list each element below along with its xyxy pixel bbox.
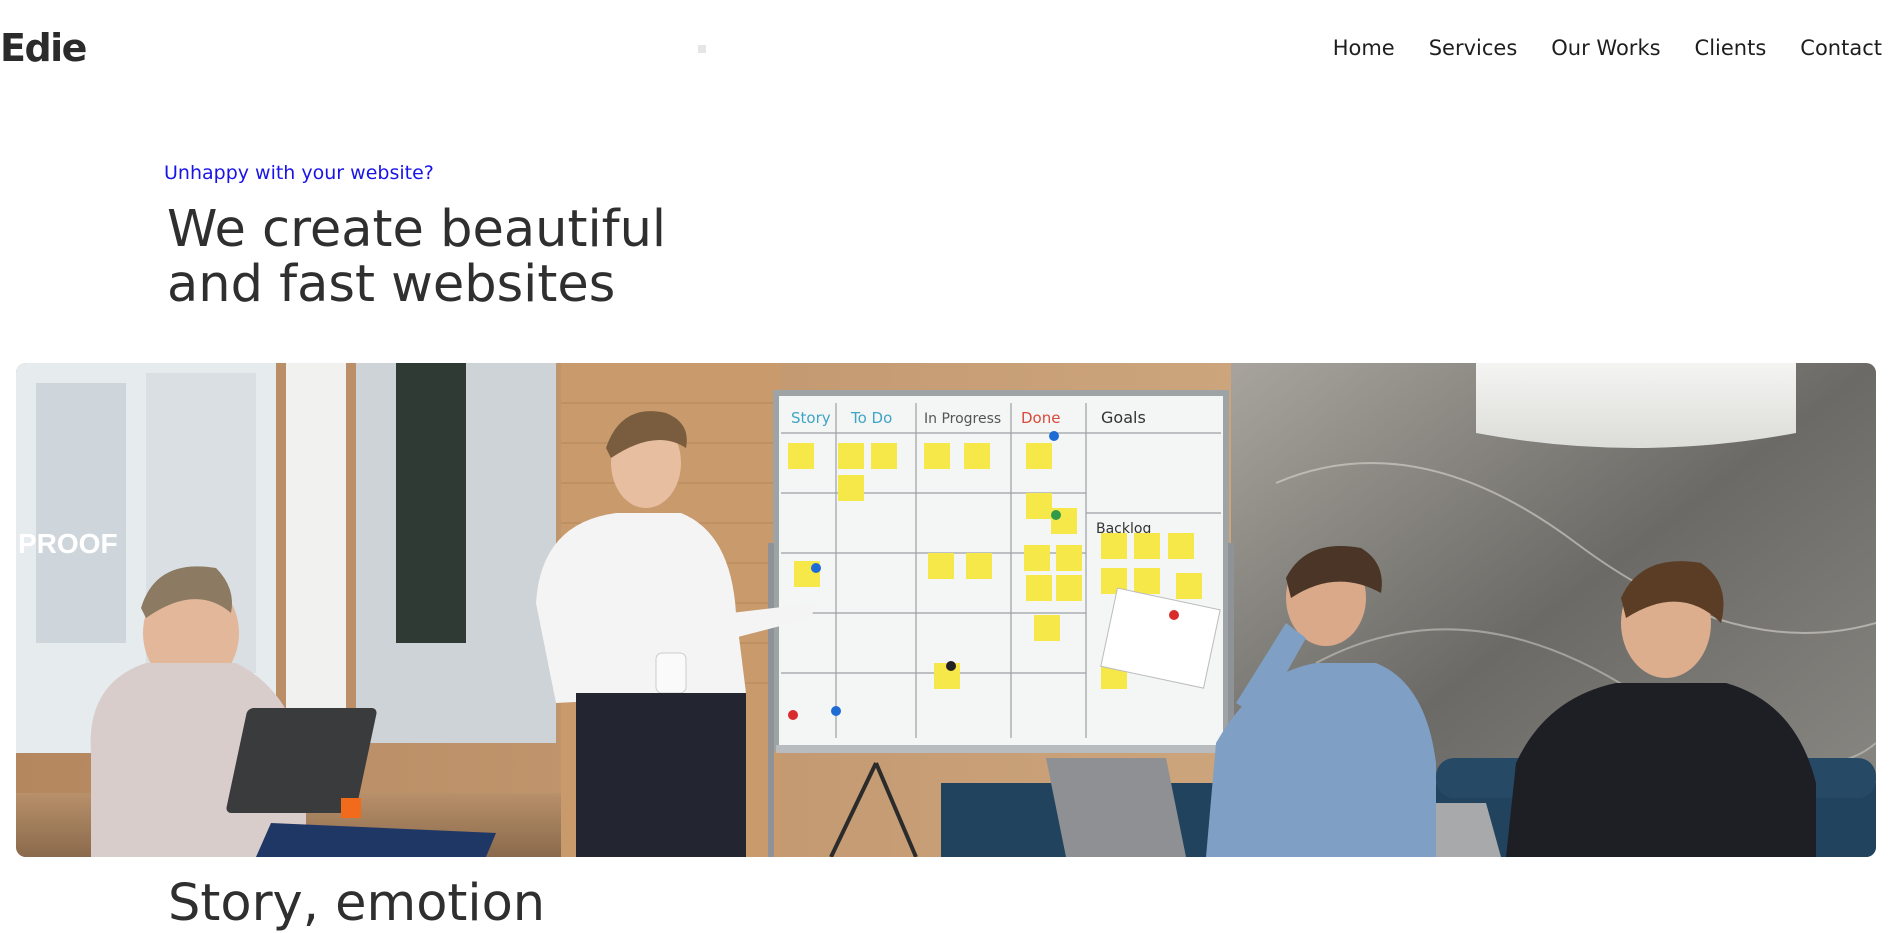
board-header-todo: To Do <box>850 409 892 427</box>
hero-image: PROOF Story To Do In Progress Done Goals… <box>16 363 1876 857</box>
logo[interactable]: Edie <box>0 26 87 70</box>
hero-eyebrow: Unhappy with your website? <box>164 162 434 184</box>
site-header: Edie Home Services Our Works Clients Con… <box>0 0 1902 100</box>
hero-title: We create beautiful and fast websites <box>167 202 787 312</box>
section-title: Story, emotion <box>168 874 546 933</box>
board-header-done: Done <box>1021 409 1060 427</box>
nav-clients[interactable]: Clients <box>1695 36 1767 60</box>
team-meeting-illustration: PROOF Story To Do In Progress Done Goals… <box>16 363 1876 857</box>
board-header-story: Story <box>791 409 831 427</box>
nav-home[interactable]: Home <box>1333 36 1395 60</box>
nav-our-works[interactable]: Our Works <box>1551 36 1660 60</box>
board-header-progress: In Progress <box>924 411 1001 427</box>
hero-title-line-1: We create beautiful <box>167 200 667 259</box>
board-header-goals: Goals <box>1101 408 1146 427</box>
nav-services[interactable]: Services <box>1429 36 1518 60</box>
nav-contact[interactable]: Contact <box>1800 36 1882 60</box>
hero-title-line-2: and fast websites <box>167 255 616 314</box>
loader-dot <box>698 45 706 53</box>
main-nav: Home Services Our Works Clients Contact <box>1333 36 1882 60</box>
window-text: PROOF <box>18 528 118 559</box>
